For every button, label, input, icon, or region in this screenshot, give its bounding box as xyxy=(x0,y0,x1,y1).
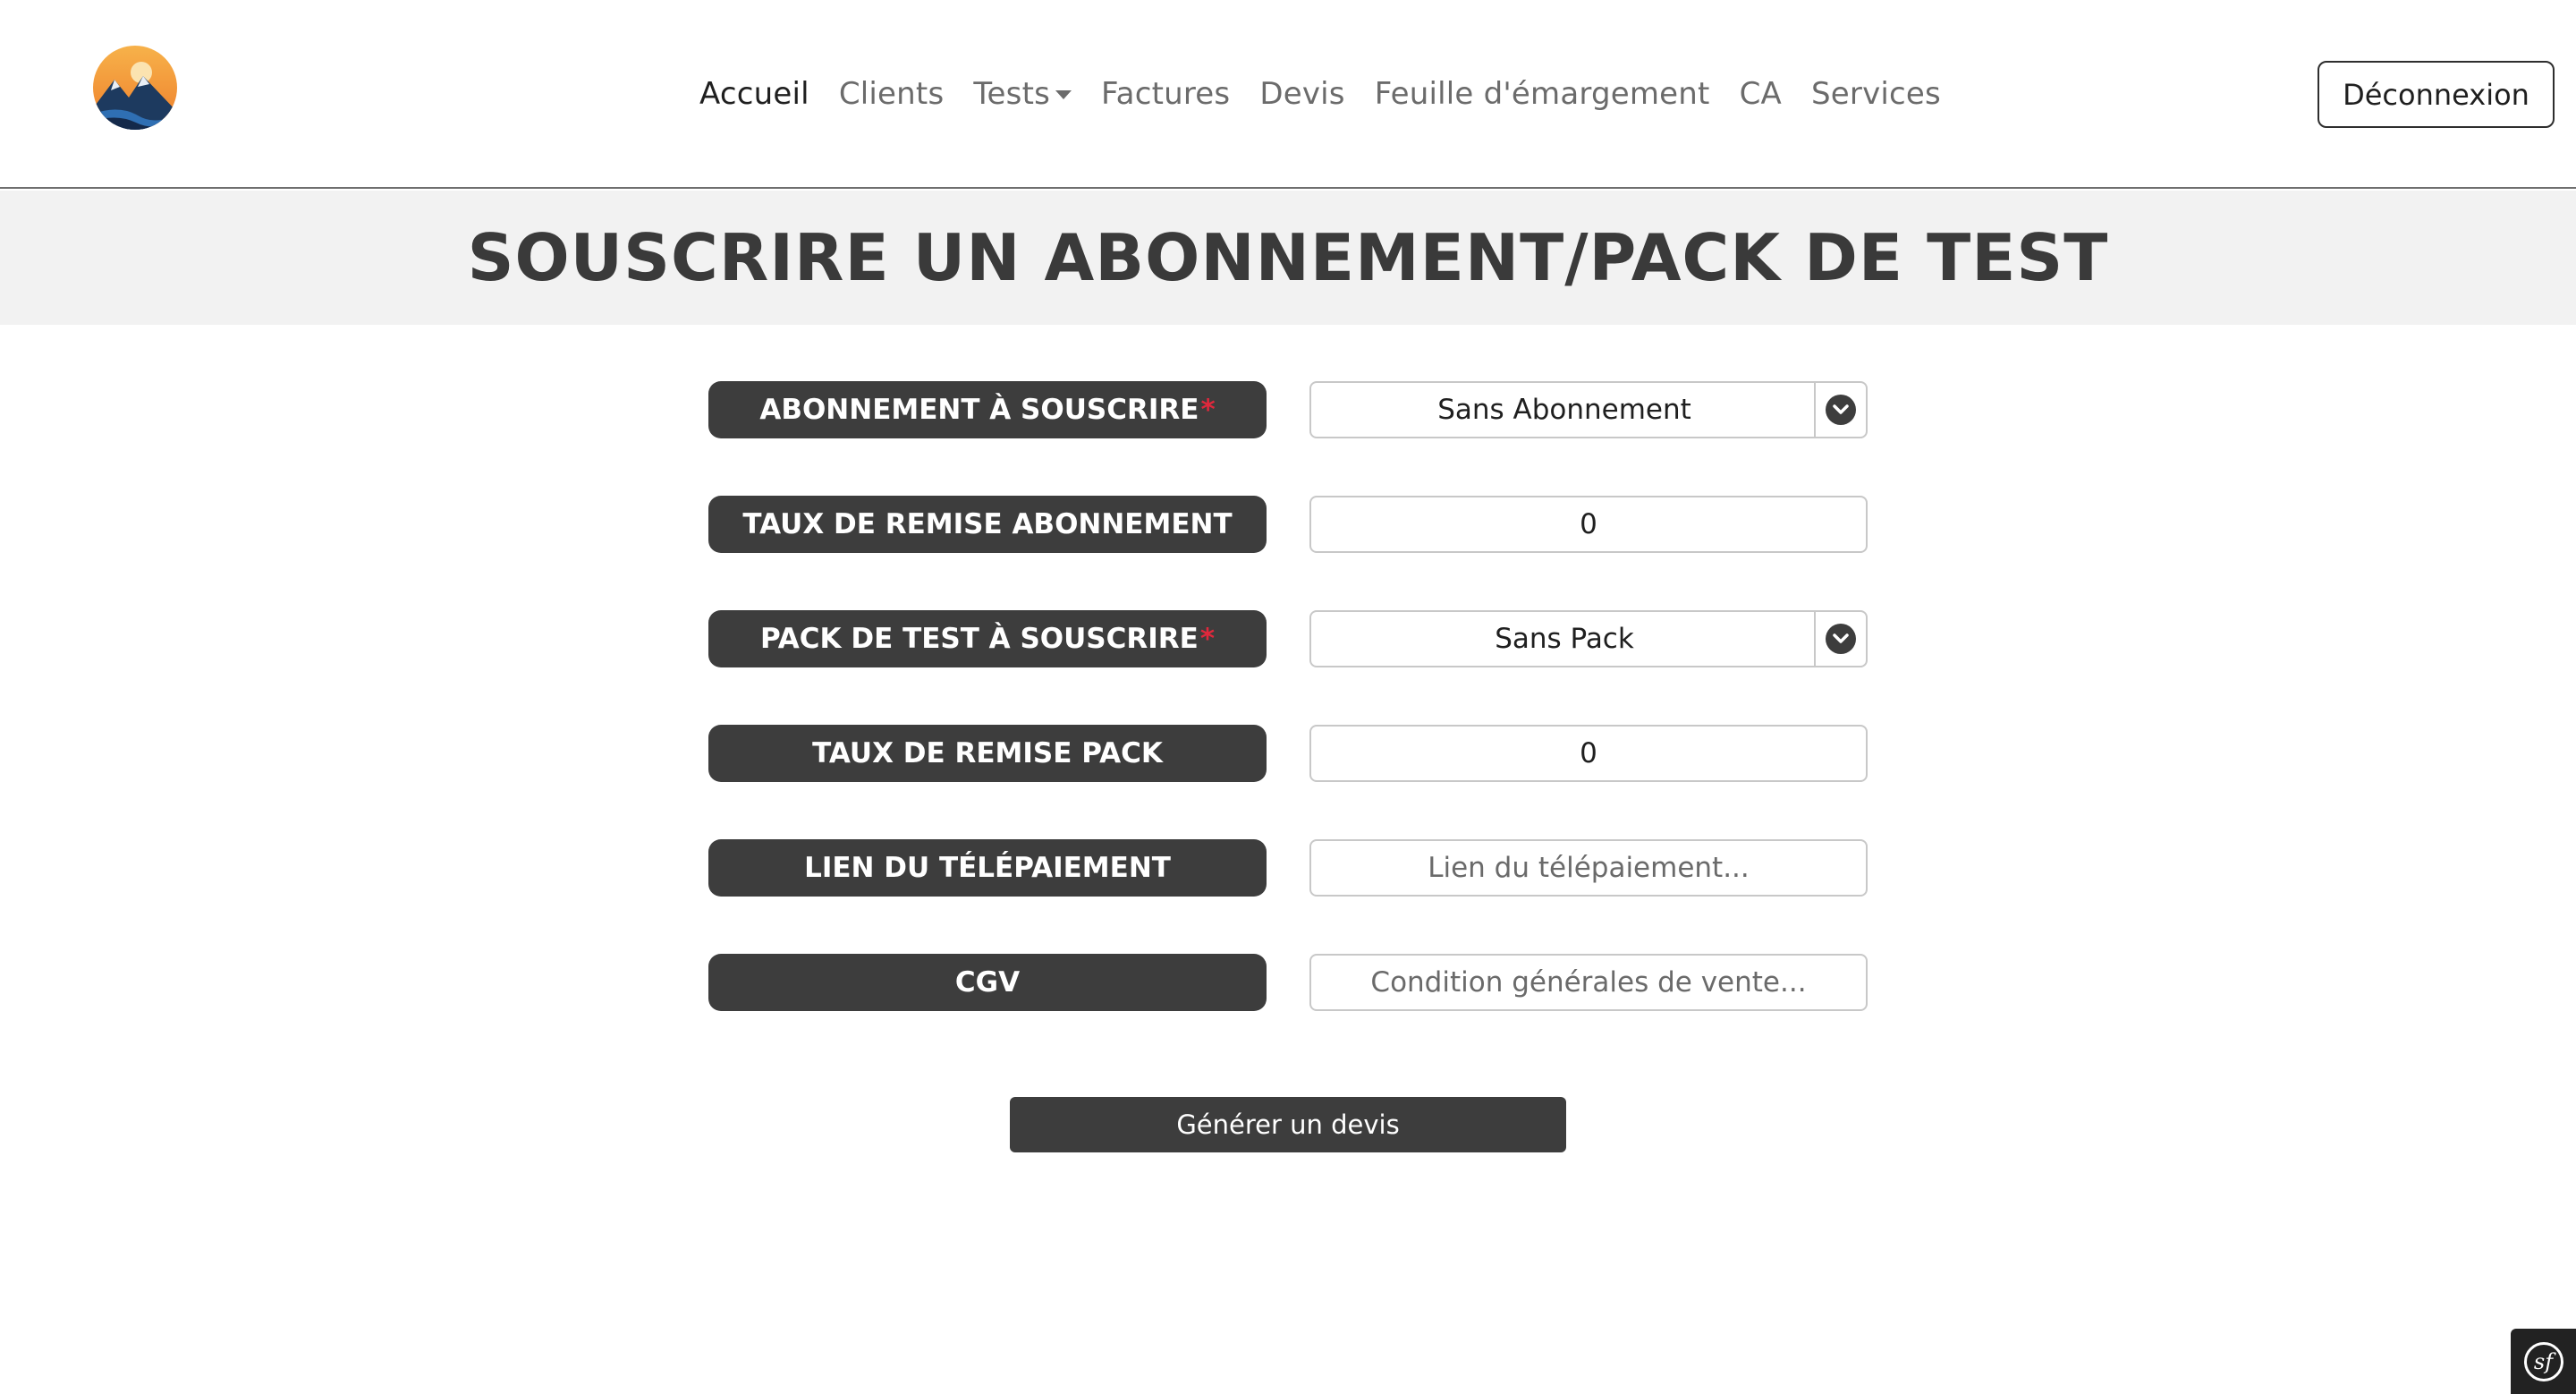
nav-item-feuille-emargement[interactable]: Feuille d'émargement xyxy=(1375,76,1710,112)
navbar: Accueil Clients Tests Factures Devis Feu… xyxy=(0,0,2576,189)
pack-discount-label: TAUX DE REMISE PACK xyxy=(708,725,1267,782)
cgv-label: CGV xyxy=(708,954,1267,1011)
subscription-label: ABONNEMENT À SOUSCRIRE * xyxy=(708,381,1267,438)
subscription-discount-input[interactable] xyxy=(1309,496,1868,553)
symfony-icon: sf xyxy=(2523,1341,2563,1381)
pack-select-value: Sans Pack xyxy=(1495,623,1634,655)
nav-item-devis[interactable]: Devis xyxy=(1259,76,1344,112)
generate-quote-button[interactable]: Générer un devis xyxy=(1010,1097,1566,1152)
main-nav: Accueil Clients Tests Factures Devis Feu… xyxy=(699,72,1970,116)
payment-link-label: LIEN DU TÉLÉPAIEMENT xyxy=(708,839,1267,897)
pack-label-text: PACK DE TEST À SOUSCRIRE xyxy=(759,623,1199,655)
nav-item-services[interactable]: Services xyxy=(1811,76,1941,112)
nav-item-tests[interactable]: Tests xyxy=(973,76,1072,112)
nav-item-clients[interactable]: Clients xyxy=(839,76,945,112)
nav-item-ca[interactable]: CA xyxy=(1740,76,1782,112)
pack-label: PACK DE TEST À SOUSCRIRE * xyxy=(708,610,1267,667)
title-band: SOUSCRIRE UN ABONNEMENT/PACK DE TEST xyxy=(0,191,2576,325)
page-title: SOUSCRIRE UN ABONNEMENT/PACK DE TEST xyxy=(467,220,2109,295)
required-mark: * xyxy=(1199,623,1216,655)
pack-discount-input[interactable] xyxy=(1309,725,1868,782)
pack-select[interactable]: Sans Pack xyxy=(1309,610,1868,667)
pack-select-toggle[interactable] xyxy=(1814,612,1866,666)
nav-item-tests-label: Tests xyxy=(973,76,1051,112)
subscription-select[interactable]: Sans Abonnement xyxy=(1309,381,1868,438)
subscription-label-text: ABONNEMENT À SOUSCRIRE xyxy=(759,394,1199,426)
chevron-down-icon xyxy=(1826,395,1856,425)
subscription-select-toggle[interactable] xyxy=(1814,383,1866,437)
debug-toolbar-toggle[interactable]: sf xyxy=(2511,1329,2576,1394)
cgv-input[interactable] xyxy=(1309,954,1868,1011)
subscription-discount-label: TAUX DE REMISE ABONNEMENT xyxy=(708,496,1267,553)
nav-item-factures[interactable]: Factures xyxy=(1101,76,1230,112)
required-mark: * xyxy=(1200,394,1216,426)
subscription-select-value: Sans Abonnement xyxy=(1437,394,1691,426)
payment-link-input[interactable] xyxy=(1309,839,1868,897)
logo-mountain-icon[interactable] xyxy=(93,46,177,130)
logout-button[interactable]: Déconnexion xyxy=(2318,61,2555,128)
chevron-down-icon xyxy=(1826,624,1856,654)
nav-item-accueil[interactable]: Accueil xyxy=(699,76,809,112)
caret-down-icon xyxy=(1055,90,1072,99)
